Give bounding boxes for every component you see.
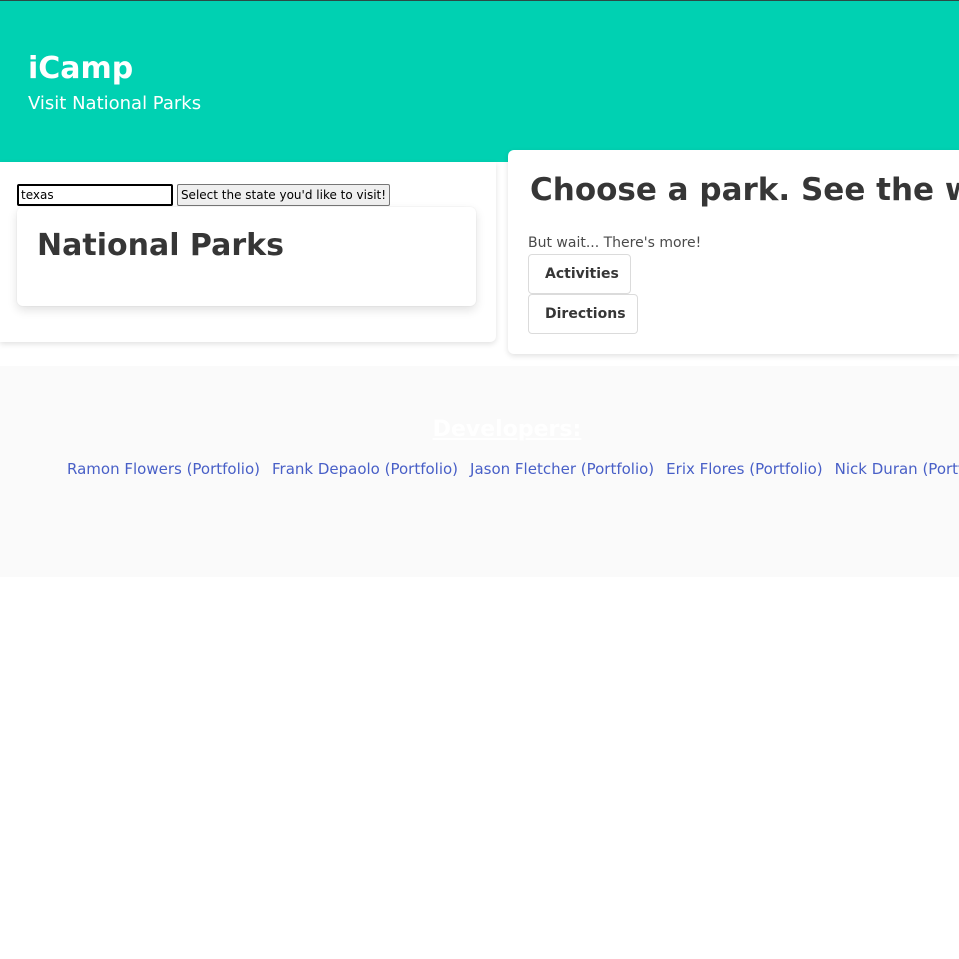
developer-link-ramon-flowers[interactable]: Ramon Flowers (Portfolio) [67,460,260,478]
more-text: But wait... There's more! [528,235,702,251]
choose-park-heading: Choose a park. See the weath [530,172,959,208]
national-parks-heading: National Parks [37,228,284,263]
app-title: iCamp [28,51,134,86]
app-subtitle: Visit National Parks [28,93,202,114]
weather-panel: Choose a park. See the weath But wait...… [508,150,959,354]
developer-link-frank-depaolo[interactable]: Frank Depaolo (Portfolio) [272,460,458,478]
developer-links: Ramon Flowers (Portfolio) Frank Depaolo (… [67,459,959,479]
developer-link-nick-duran[interactable]: Nick Duran (Portfolio) [835,460,959,478]
footer: Developers: Ramon Flowers (Portfolio) Fra… [0,366,959,577]
developers-heading: Developers: [432,417,582,442]
select-state-button[interactable]: Select the state you'd like to visit! [177,184,390,206]
national-parks-card: National Parks [17,207,476,306]
developer-link-jason-fletcher[interactable]: Jason Fletcher (Portfolio) [470,460,654,478]
activities-button[interactable]: Activities [528,254,631,294]
directions-button[interactable]: Directions [528,294,638,334]
hero-banner: iCamp Visit National Parks [0,0,959,162]
state-search-input[interactable] [17,184,173,206]
developer-link-erix-flores[interactable]: Erix Flores (Portfolio) [666,460,823,478]
